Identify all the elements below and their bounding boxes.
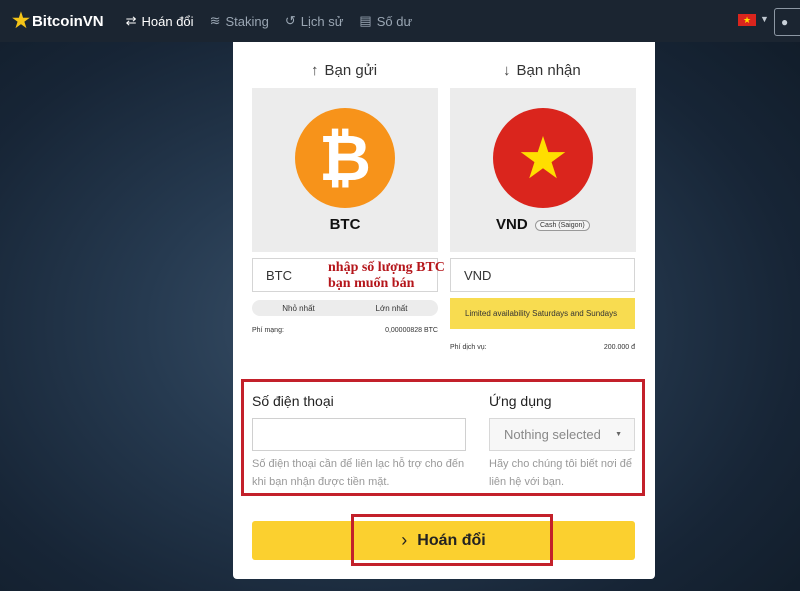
app-select[interactable]: Nothing selected ▼ [489, 418, 635, 451]
vietnam-flag-icon[interactable]: ★ [738, 14, 756, 26]
annotation-line-2: bạn muốn bán [328, 276, 415, 291]
send-heading-label: Bạn gửi [324, 62, 378, 79]
availability-notice: Limited availability Saturdays and Sunda… [450, 298, 635, 329]
nav-item-label: Hoán đổi [141, 13, 194, 29]
bitcoin-icon: ₿ [295, 108, 395, 208]
send-amount-placeholder: BTC [266, 267, 292, 283]
send-heading: ↑ Bạn gửi [311, 62, 377, 79]
service-fee-row: Phí dịch vụ: 200.000 đ [450, 344, 635, 351]
min-button[interactable]: Nhỏ nhất [252, 300, 345, 316]
app-label: Ứng dụng [489, 393, 552, 409]
receive-heading-label: Bạn nhận [516, 62, 581, 79]
receive-amount-placeholder: VND [464, 267, 492, 283]
nav-item-swap[interactable]: ⇄ Hoán đổi [126, 13, 194, 29]
brand-logo[interactable]: ★ BitcoinVN [12, 11, 104, 31]
swap-highlight-box [351, 514, 553, 566]
amount-annotation: nhập số lượng BTC bạn muốn bán [328, 260, 445, 292]
user-menu-button[interactable]: ● [774, 8, 800, 36]
caret-down-icon: ▼ [615, 431, 622, 438]
swap-panel: ↑ Bạn gửi ↓ Bạn nhận ₿ BTC ★ VND Cash (S… [233, 42, 655, 579]
nav-item-staking[interactable]: ≋ Staking [210, 13, 269, 29]
user-icon: ● [781, 15, 789, 29]
service-fee-label: Phí dịch vụ: [450, 344, 487, 351]
phone-input[interactable] [252, 418, 466, 451]
swap-icon: ⇄ [125, 13, 137, 28]
service-fee-value: 200.000 đ [603, 344, 635, 351]
star-icon: ★ [12, 10, 30, 32]
nav-item-label: Số dư [376, 13, 413, 29]
receive-heading: ↓ Bạn nhận [503, 62, 581, 79]
vietnam-star-icon: ★ [493, 108, 593, 208]
nav-item-history[interactable]: ↺ Lịch sử [285, 13, 344, 29]
nav-item-label: Staking [225, 13, 269, 29]
coins-icon: ≋ [209, 13, 221, 28]
phone-help-text: Số điện thoại cần để liên lạc hỗ trợ cho… [252, 458, 465, 488]
top-navbar: ★ BitcoinVN ⇄ Hoán đổi ≋ Staking ↺ Lịch … [0, 0, 800, 42]
nav-item-label: Lịch sử [300, 13, 344, 29]
min-max-toggle: Nhỏ nhất Lớn nhất [252, 300, 438, 316]
network-fee-label: Phí mạng: [252, 327, 284, 334]
cash-location-badge: Cash (Saigon) [535, 220, 590, 231]
app-select-value: Nothing selected [504, 427, 601, 442]
app-help-text: Hãy cho chúng tôi biết nơi để liên hệ vớ… [489, 458, 632, 488]
main-nav: ⇄ Hoán đổi ≋ Staking ↺ Lịch sử ▤ Số dư [126, 13, 429, 29]
arrow-up-icon: ↑ [311, 62, 319, 79]
chevron-down-icon[interactable]: ▼ [760, 14, 769, 24]
receive-amount-input[interactable]: VND [450, 258, 635, 292]
send-coin-name: BTC [329, 216, 361, 233]
arrow-down-icon: ↓ [503, 62, 511, 79]
wallet-icon: ▤ [359, 13, 372, 28]
brand-name: BitcoinVN [31, 12, 104, 30]
receive-coin-card[interactable]: ★ VND Cash (Saigon) [450, 88, 636, 252]
network-fee-value: 0,00000828 BTC [385, 327, 438, 334]
history-icon: ↺ [284, 13, 296, 28]
max-button[interactable]: Lớn nhất [345, 300, 438, 316]
network-fee-row: Phí mạng: 0,00000828 BTC [252, 327, 438, 334]
phone-label: Số điện thoại [252, 393, 334, 409]
send-coin-card[interactable]: ₿ BTC [252, 88, 438, 252]
receive-coin-name: VND [496, 216, 528, 233]
annotation-line-1: nhập số lượng BTC [328, 260, 445, 275]
nav-item-balance[interactable]: ▤ Số dư [359, 13, 412, 29]
